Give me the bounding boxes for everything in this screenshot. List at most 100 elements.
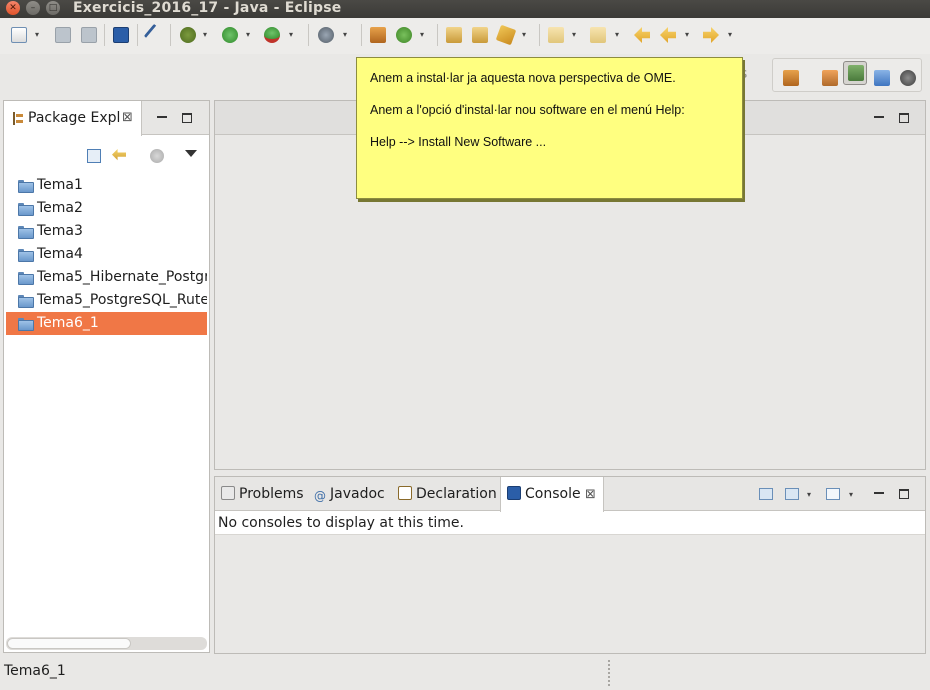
annotation-tooltip: Anem a instal·lar ja aquesta nova perspe…: [356, 57, 743, 199]
tree-item[interactable]: Tema3: [6, 220, 207, 243]
tree-item[interactable]: Tema5_Hibernate_Postgre: [6, 266, 207, 289]
tree-item-label: Tema1: [37, 177, 83, 193]
tab-javadoc[interactable]: @ Javadoc: [314, 477, 385, 512]
status-separator: [608, 660, 610, 686]
folder-icon: [18, 226, 34, 239]
open-folder-icon[interactable]: [472, 27, 488, 43]
tab-label: Problems: [239, 486, 304, 502]
toolbar-separator: [137, 24, 138, 46]
save-icon[interactable]: [55, 27, 71, 43]
problems-icon: [221, 486, 235, 500]
maximize-view-icon[interactable]: [899, 489, 909, 499]
back-dropdown-icon[interactable]: ▾: [685, 27, 689, 43]
previous-annotation-icon[interactable]: [590, 27, 606, 43]
console-output-area[interactable]: [215, 535, 925, 653]
open-type-icon[interactable]: [396, 27, 412, 43]
tree-item[interactable]: Tema4: [6, 243, 207, 266]
tooltip-line: Anem a instal·lar ja aquesta nova perspe…: [370, 71, 676, 85]
toolbar-separator: [437, 24, 438, 46]
new-java-class-icon[interactable]: [370, 27, 386, 43]
run-dropdown-icon[interactable]: ▾: [246, 27, 250, 43]
toolbar-separator: [104, 24, 105, 46]
debug-icon[interactable]: [180, 27, 196, 43]
tree-item[interactable]: Tema2: [6, 197, 207, 220]
tree-item-label: Tema6_1: [37, 315, 99, 331]
package-explorer-tab-label: Package Expl: [28, 110, 121, 126]
maximize-window-button[interactable]: □: [46, 1, 60, 15]
terminal-icon[interactable]: [113, 27, 129, 43]
tooltip-line: Help --> Install New Software ...: [370, 135, 547, 149]
view-menu-icon[interactable]: [185, 150, 197, 157]
minimize-editor-icon[interactable]: [874, 116, 884, 118]
tree-item[interactable]: Tema5_PostgreSQL_Rutes: [6, 289, 207, 312]
run-icon[interactable]: [222, 27, 238, 43]
forward-dropdown-icon[interactable]: ▾: [728, 27, 732, 43]
link-with-editor-icon[interactable]: [112, 149, 126, 161]
tree-item-label: Tema2: [37, 200, 83, 216]
maximize-editor-icon[interactable]: [899, 113, 909, 123]
minimize-view-icon[interactable]: [874, 492, 884, 494]
save-all-icon[interactable]: [81, 27, 97, 43]
tab-declaration[interactable]: Declaration: [398, 477, 497, 512]
search-dropdown-icon[interactable]: ▾: [522, 27, 526, 43]
tree-item-selected[interactable]: Tema6_1: [6, 312, 207, 335]
tree-item-label: Tema5_PostgreSQL_Rutes: [37, 292, 207, 308]
external-tools-icon[interactable]: [264, 27, 280, 43]
display-selected-console-icon[interactable]: [785, 488, 799, 500]
next-annotation-dropdown-icon[interactable]: ▾: [572, 27, 576, 43]
tree-item-label: Tema3: [37, 223, 83, 239]
debug-perspective-icon[interactable]: [874, 70, 890, 86]
close-window-button[interactable]: ✕: [6, 1, 20, 15]
tree-item[interactable]: Tema1: [6, 174, 207, 197]
open-console-dropdown-icon[interactable]: ▾: [849, 487, 853, 503]
horizontal-scrollbar[interactable]: [6, 637, 207, 650]
open-task-icon[interactable]: [446, 27, 462, 43]
minimize-window-button[interactable]: –: [26, 1, 40, 15]
tab-package-explorer[interactable]: Package Expl ⊠: [4, 101, 142, 136]
tooltip-line: Anem a l'opció d'instal·lar nou software…: [370, 103, 685, 117]
toolbar-separator: [308, 24, 309, 46]
maximize-view-icon[interactable]: [182, 113, 192, 123]
debug-dropdown-icon[interactable]: ▾: [203, 27, 207, 43]
console-message: No consoles to display at this time.: [218, 515, 464, 531]
title-bar: ✕ – □ Exercicis_2016_17 - Java - Eclipse: [0, 0, 930, 18]
collapse-all-icon[interactable]: [87, 149, 101, 163]
next-annotation-icon[interactable]: [548, 27, 564, 43]
java-perspective-button[interactable]: [843, 61, 867, 85]
close-icon[interactable]: ⊠: [585, 477, 596, 512]
search-icon[interactable]: [495, 24, 517, 46]
tab-label: Declaration: [416, 486, 497, 502]
open-perspective-icon[interactable]: [783, 70, 799, 86]
folder-icon: [18, 180, 34, 193]
open-console-icon[interactable]: [826, 488, 840, 500]
previous-annotation-dropdown-icon[interactable]: ▾: [615, 27, 619, 43]
open-type-dropdown-icon[interactable]: ▾: [420, 27, 424, 43]
console-icon: [507, 486, 521, 500]
display-console-dropdown-icon[interactable]: ▾: [807, 487, 811, 503]
package-explorer-view: Package Expl ⊠ Tema1 Tema2 Tema3 Tema4 T…: [3, 100, 210, 653]
close-icon[interactable]: ⊠: [122, 110, 133, 125]
status-text: Tema6_1: [4, 663, 66, 679]
new-icon[interactable]: [11, 27, 27, 43]
java-ee-perspective-icon[interactable]: [822, 70, 838, 86]
folder-icon: [18, 203, 34, 216]
pin-console-icon[interactable]: [759, 488, 773, 500]
new-java-package-icon[interactable]: [318, 27, 334, 43]
tab-label: Javadoc: [330, 486, 385, 502]
project-tree: Tema1 Tema2 Tema3 Tema4 Tema5_Hibernate_…: [6, 174, 207, 335]
tab-console[interactable]: Console ⊠: [500, 477, 604, 512]
external-tools-dropdown-icon[interactable]: ▾: [289, 27, 293, 43]
last-edit-location-icon[interactable]: [634, 27, 650, 43]
scrollbar-thumb[interactable]: [7, 638, 131, 649]
back-icon[interactable]: [660, 27, 676, 43]
new-dropdown-icon[interactable]: ▾: [35, 27, 39, 43]
new-java-package-dropdown-icon[interactable]: ▾: [343, 27, 347, 43]
perspective-switcher: [772, 58, 922, 92]
minimize-view-icon[interactable]: [157, 116, 167, 118]
skip-breakpoints-icon[interactable]: [143, 23, 167, 47]
tab-label: Console: [525, 486, 581, 502]
git-perspective-icon[interactable]: [900, 70, 916, 86]
forward-icon[interactable]: [703, 27, 719, 43]
focus-on-task-icon[interactable]: [150, 149, 164, 163]
tab-problems[interactable]: Problems: [221, 477, 304, 512]
